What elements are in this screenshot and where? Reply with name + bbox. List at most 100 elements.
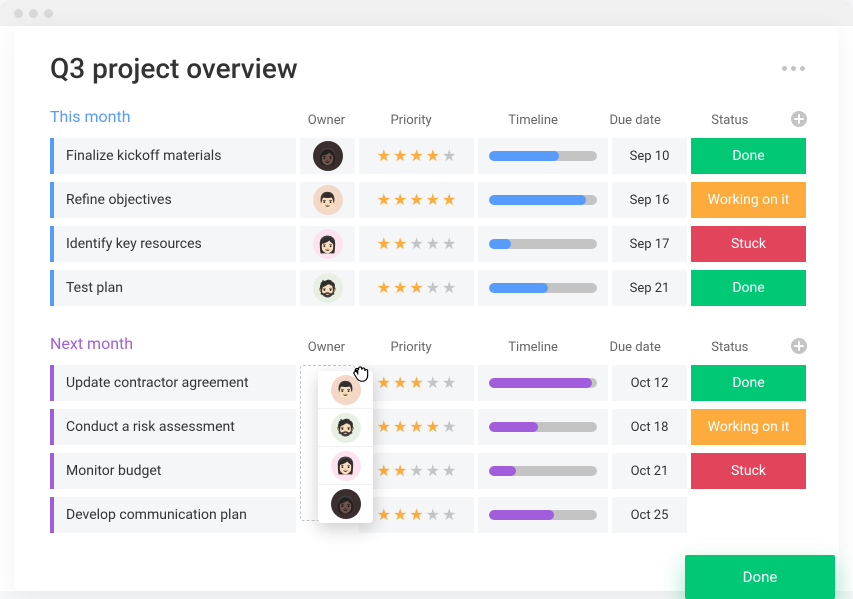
status-cell[interactable]: Done (691, 365, 806, 401)
avatar[interactable]: 👩🏻 (313, 229, 343, 259)
timeline-track (489, 466, 597, 476)
avatar[interactable]: 👩🏿 (313, 141, 343, 171)
timeline-cell[interactable] (478, 453, 608, 489)
table-row[interactable]: Develop communication plan ★★★★★ Oct 25 (50, 495, 811, 535)
priority-cell[interactable]: ★★★★★ (359, 497, 474, 533)
status-cell[interactable]: Stuck (691, 226, 806, 262)
task-name-cell[interactable]: Monitor budget (50, 453, 296, 489)
table-row[interactable]: Identify key resources 👩🏻 ★★★★★ Sep 17Stuc… (50, 224, 811, 264)
priority-cell[interactable]: ★★★★★ (359, 138, 474, 174)
task-name-cell[interactable]: Update contractor agreement (50, 365, 296, 401)
timeline-cell[interactable] (478, 365, 608, 401)
priority-cell[interactable]: ★★★★★ (359, 409, 474, 445)
star-icon: ★ (442, 236, 456, 252)
timeline-cell[interactable] (478, 409, 608, 445)
task-name-cell[interactable]: Finalize kickoff materials (50, 138, 296, 174)
timeline-cell[interactable] (478, 497, 608, 533)
star-icon: ★ (377, 192, 391, 208)
star-icon: ★ (393, 148, 407, 164)
star-icon: ★ (426, 375, 440, 391)
timeline-cell[interactable] (478, 226, 608, 262)
add-column-icon[interactable] (787, 110, 811, 128)
priority-cell[interactable]: ★★★★★ (359, 365, 474, 401)
priority-cell[interactable]: ★★★★★ (359, 226, 474, 262)
column-header-status[interactable]: Status (673, 113, 788, 128)
duedate-cell[interactable]: Sep 17 (612, 226, 687, 262)
star-icon: ★ (393, 236, 407, 252)
duedate-cell[interactable]: Oct 12 (612, 365, 687, 401)
priority-stars[interactable]: ★★★★★ (377, 148, 457, 164)
column-header-owner[interactable]: Owner (299, 113, 354, 128)
star-icon: ★ (377, 148, 391, 164)
priority-cell[interactable]: ★★★★★ (359, 453, 474, 489)
avatar[interactable]: 🧔🏻 (313, 273, 343, 303)
star-icon: ★ (442, 280, 456, 296)
timeline-cell[interactable] (478, 138, 608, 174)
column-header-duedate[interactable]: Due date (598, 340, 673, 355)
status-chip-done-floating[interactable]: Done (685, 555, 835, 599)
duedate-cell[interactable]: Oct 18 (612, 409, 687, 445)
owner-drag-stack[interactable]: 👨🏻🧔🏻👩🏻👩🏿 (318, 371, 373, 523)
avatar[interactable]: 👩🏿 (331, 489, 361, 519)
priority-stars[interactable]: ★★★★★ (377, 280, 457, 296)
priority-stars[interactable]: ★★★★★ (377, 236, 457, 252)
star-icon: ★ (442, 148, 456, 164)
star-icon: ★ (409, 148, 423, 164)
priority-stars[interactable]: ★★★★★ (377, 375, 457, 391)
owner-cell[interactable]: 👨🏻 (300, 182, 355, 218)
add-column-icon[interactable] (787, 337, 811, 355)
task-name-cell[interactable]: Develop communication plan (50, 497, 296, 533)
priority-cell[interactable]: ★★★★★ (359, 270, 474, 306)
avatar[interactable]: 👩🏻 (331, 451, 361, 481)
task-name-cell[interactable]: Conduct a risk assessment (50, 409, 296, 445)
star-icon: ★ (409, 507, 423, 523)
timeline-cell[interactable] (478, 182, 608, 218)
status-cell[interactable]: Working on it (691, 409, 806, 445)
star-icon: ★ (426, 507, 440, 523)
column-header-priority[interactable]: Priority (354, 340, 469, 355)
priority-stars[interactable]: ★★★★★ (377, 419, 457, 435)
status-cell[interactable] (691, 497, 806, 533)
duedate-cell[interactable]: Sep 16 (612, 182, 687, 218)
page-title: Q3 project overview (50, 52, 298, 85)
task-name-cell[interactable]: Refine objectives (50, 182, 296, 218)
column-header-status[interactable]: Status (673, 340, 788, 355)
column-header-owner[interactable]: Owner (299, 340, 354, 355)
duedate-cell[interactable]: Sep 10 (612, 138, 687, 174)
owner-cell[interactable]: 👩🏻 (300, 226, 355, 262)
column-header-priority[interactable]: Priority (354, 113, 469, 128)
task-name-cell[interactable]: Identify key resources (50, 226, 296, 262)
timeline-cell[interactable] (478, 270, 608, 306)
duedate-cell[interactable]: Sep 21 (612, 270, 687, 306)
more-options-icon[interactable] (776, 60, 811, 77)
owner-cell[interactable]: 👩🏿 (300, 138, 355, 174)
timeline-track (489, 151, 597, 161)
group-title[interactable]: This month (50, 107, 299, 128)
table-row[interactable]: Conduct a risk assessment ★★★★★ Oct 18Wor… (50, 407, 811, 447)
table-row[interactable]: Update contractor agreement👨🏻🧔🏻👩🏻👩🏿 ★★★★… (50, 363, 811, 403)
table-row[interactable]: Finalize kickoff materials 👩🏿 ★★★★★ Sep 10… (50, 136, 811, 176)
task-name-cell[interactable]: Test plan (50, 270, 296, 306)
status-cell[interactable]: Working on it (691, 182, 806, 218)
status-cell[interactable]: Done (691, 138, 806, 174)
duedate-cell[interactable]: Oct 25 (612, 497, 687, 533)
priority-cell[interactable]: ★★★★★ (359, 182, 474, 218)
status-cell[interactable]: Done (691, 270, 806, 306)
status-cell[interactable]: Stuck (691, 453, 806, 489)
owner-cell[interactable]: 🧔🏻 (300, 270, 355, 306)
column-header-timeline[interactable]: Timeline (468, 113, 597, 128)
table-row[interactable]: Test plan 🧔🏻 ★★★★★ Sep 21Done (50, 268, 811, 308)
priority-stars[interactable]: ★★★★★ (377, 463, 457, 479)
priority-stars[interactable]: ★★★★★ (377, 507, 457, 523)
star-icon: ★ (377, 236, 391, 252)
table-row[interactable]: Refine objectives👨🏻★★★★★ Sep 16Working o… (50, 180, 811, 220)
column-header-timeline[interactable]: Timeline (468, 340, 597, 355)
group-title[interactable]: Next month (50, 334, 299, 355)
star-icon: ★ (426, 192, 440, 208)
column-header-duedate[interactable]: Due date (598, 113, 673, 128)
priority-stars[interactable]: ★★★★★ (377, 192, 457, 208)
avatar[interactable]: 🧔🏻 (331, 413, 361, 443)
avatar[interactable]: 👨🏻 (313, 185, 343, 215)
duedate-cell[interactable]: Oct 21 (612, 453, 687, 489)
table-row[interactable]: Monitor budget ★★★★★ Oct 21Stuck (50, 451, 811, 491)
